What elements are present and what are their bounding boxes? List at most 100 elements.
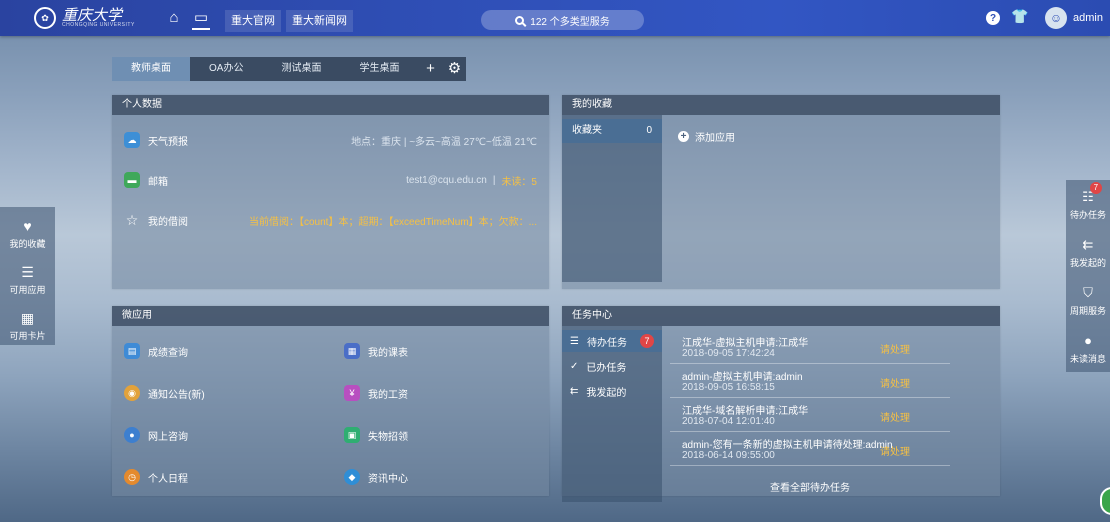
- avatar[interactable]: ☺: [1045, 7, 1067, 29]
- sidebar-label: 我的收藏: [9, 239, 46, 249]
- app-lost-found[interactable]: ▣ 失物招领: [332, 420, 544, 450]
- mail-row[interactable]: ▬ 邮箱 test1@cqu.edu.cn | 未读：5: [112, 165, 549, 195]
- add-app-button[interactable]: + 添加应用: [678, 129, 735, 144]
- view-all-tasks-link[interactable]: 查看全部待办任务: [670, 479, 950, 494]
- task-nav-todo[interactable]: ☰ 待办任务 7: [562, 330, 662, 352]
- sidebar-item-favorites[interactable]: ♥ 我的收藏: [0, 207, 55, 253]
- app-salary[interactable]: ¥ 我的工资: [332, 378, 544, 408]
- task-nav-done[interactable]: ✓ 已办任务: [562, 355, 662, 377]
- task-date: 2018-07-04 12:01:40: [682, 416, 775, 427]
- panel-title: 微应用: [112, 306, 549, 326]
- top-bar: ✿ 重庆大学 CHONGQING UNIVERSITY ⌂ ▭ 重大官网 重大新…: [0, 0, 1110, 36]
- process-link[interactable]: 请处理: [880, 375, 910, 390]
- favorites-panel: 我的收藏 收藏夹 0 + 添加应用: [562, 95, 1000, 289]
- plus-circle-icon: +: [678, 131, 689, 142]
- task-row[interactable]: 江成华-虚拟主机申请:江成华 2018-09-05 17:42:24 请处理: [670, 332, 950, 364]
- help-icon[interactable]: ?: [986, 11, 1000, 25]
- app-label: 通知公告(新): [148, 389, 205, 401]
- task-center-panel: 任务中心 ☰ 待办任务 7 ✓ 已办任务 ⇇ 我发起的 江成华-虚拟主机申请:江…: [562, 306, 1000, 502]
- weather-row[interactable]: ☁ 天气预报 地点：重庆 | ~多云~高温 27℃~低温 21℃: [112, 125, 549, 155]
- search-label: 122 个多类型服务: [530, 16, 610, 28]
- floating-action-button[interactable]: [1100, 487, 1110, 515]
- borrow-label: 我的借阅: [148, 216, 188, 228]
- todo-count-badge: 7: [640, 334, 654, 348]
- task-title: 江成华-虚拟主机申请:江成华: [682, 338, 809, 349]
- consult-icon: ●: [124, 427, 140, 443]
- favorites-folder[interactable]: 收藏夹 0: [562, 119, 662, 143]
- task-row[interactable]: admin-虚拟主机申请:admin 2018-09-05 16:58:15 请…: [670, 366, 950, 398]
- tab-teacher-desktop[interactable]: 教师桌面: [112, 57, 190, 81]
- add-tab-icon[interactable]: +: [418, 57, 442, 81]
- weather-icon: ☁: [124, 132, 140, 148]
- official-site-link[interactable]: 重大官网: [225, 10, 281, 32]
- right-sidebar: ☷ 7 待办任务 ⇇ 我发起的 ⛉ 周期服务 ● 未读消息: [1066, 180, 1110, 372]
- shirt-icon[interactable]: 👕: [1011, 8, 1028, 25]
- sidebar-item-messages[interactable]: ● 未读消息: [1066, 324, 1110, 372]
- app-grade-query[interactable]: ▤ 成绩查询: [112, 336, 324, 366]
- task-title: admin-虚拟主机申请:admin: [682, 372, 803, 383]
- app-news-center[interactable]: ◆ 资讯中心: [332, 462, 544, 492]
- process-link[interactable]: 请处理: [880, 341, 910, 356]
- shield-check-icon: ⛉: [1083, 285, 1093, 300]
- gear-icon[interactable]: ⚙: [442, 57, 466, 81]
- task-date: 2018-06-14 09:55:00: [682, 450, 775, 461]
- app-label: 网上咨询: [148, 431, 188, 443]
- home-icon[interactable]: ⌂: [165, 10, 183, 26]
- borrow-row[interactable]: ☆ 我的借阅 当前借阅：【count】本；超期：【exceedTimeNum】本…: [112, 205, 549, 235]
- app-consult[interactable]: ● 网上咨询: [112, 420, 324, 450]
- folder-count: 0: [646, 125, 652, 136]
- calendar-icon: ▦: [344, 343, 360, 359]
- task-row[interactable]: 江成华-域名解析申请:江成华 2018-07-04 12:01:40 请处理: [670, 400, 950, 432]
- sidebar-item-apps[interactable]: ☰ 可用应用: [0, 253, 55, 299]
- mail-icon: ▬: [124, 172, 140, 188]
- task-title: admin-您有一条新的虚拟主机申请待处理:admin: [682, 440, 893, 451]
- sidebar-item-cards[interactable]: ▦ 可用卡片: [0, 299, 55, 345]
- app-notice[interactable]: ◉ 通知公告(新): [112, 378, 324, 408]
- folder-label: 收藏夹: [572, 125, 602, 136]
- chat-icon: ●: [1084, 333, 1092, 348]
- weather-value: 地点：重庆 | ~多云~高温 27℃~低温 21℃: [351, 136, 537, 148]
- tab-test-desktop[interactable]: 测试桌面: [262, 57, 340, 81]
- service-search[interactable]: 122 个多类型服务: [481, 10, 644, 30]
- tab-student-desktop[interactable]: 学生桌面: [340, 57, 418, 81]
- sidebar-label: 可用应用: [9, 285, 46, 295]
- news-site-link[interactable]: 重大新闻网: [286, 10, 353, 32]
- task-nav-initiated[interactable]: ⇇ 我发起的: [562, 380, 662, 402]
- task-row[interactable]: admin-您有一条新的虚拟主机申请待处理:admin 2018-06-14 0…: [670, 434, 950, 466]
- todo-badge: 7: [1089, 182, 1102, 194]
- sidebar-item-initiated[interactable]: ⇇ 我发起的: [1066, 228, 1110, 276]
- app-label: 失物招领: [368, 431, 408, 443]
- desktop-icon[interactable]: ▭: [192, 10, 210, 30]
- mail-separator: |: [492, 174, 496, 186]
- app-schedule[interactable]: ▦ 我的课表: [332, 336, 544, 366]
- branch-icon: ⇇: [1082, 237, 1094, 252]
- sidebar-item-periodic[interactable]: ⛉ 周期服务: [1066, 276, 1110, 324]
- user-name[interactable]: admin: [1073, 12, 1103, 24]
- app-label: 我的工资: [368, 389, 408, 401]
- process-link[interactable]: 请处理: [880, 443, 910, 458]
- list-icon: ☰: [570, 335, 579, 347]
- desktop-tabs: 教师桌面 OA办公 测试桌面 学生桌面 + ⚙: [112, 57, 467, 81]
- university-logo[interactable]: ✿ 重庆大学 CHONGQING UNIVERSITY: [34, 7, 135, 29]
- sidebar-item-todo[interactable]: ☷ 7 待办任务: [1066, 180, 1110, 228]
- task-nav-list: ☰ 待办任务 7 ✓ 已办任务 ⇇ 我发起的: [562, 326, 662, 502]
- logo-subtitle: CHONGQING UNIVERSITY: [62, 22, 135, 28]
- app-label: 我的课表: [368, 347, 408, 359]
- logo-text: 重庆大学: [62, 6, 123, 24]
- left-sidebar: ♥ 我的收藏 ☰ 可用应用 ▦ 可用卡片: [0, 207, 55, 345]
- schedule-icon: ◷: [124, 469, 140, 485]
- panel-title: 个人数据: [112, 95, 549, 115]
- task-date: 2018-09-05 16:58:15: [682, 382, 775, 393]
- app-personal-schedule[interactable]: ◷ 个人日程: [112, 462, 324, 492]
- process-link[interactable]: 请处理: [880, 409, 910, 424]
- sidebar-label: 未读消息: [1069, 354, 1106, 364]
- check-icon: ✓: [570, 360, 579, 372]
- tab-oa[interactable]: OA办公: [190, 57, 262, 81]
- personal-data-panel: 个人数据 ☁ 天气预报 地点：重庆 | ~多云~高温 27℃~低温 21℃ ▬ …: [112, 95, 549, 289]
- grade-icon: ▤: [124, 343, 140, 359]
- mail-label: 邮箱: [148, 176, 168, 188]
- task-nav-label: 待办任务: [586, 337, 627, 349]
- grid-icon: ▦: [20, 310, 35, 326]
- mail-unread: 未读：5: [501, 176, 537, 188]
- add-app-label: 添加应用: [695, 133, 735, 144]
